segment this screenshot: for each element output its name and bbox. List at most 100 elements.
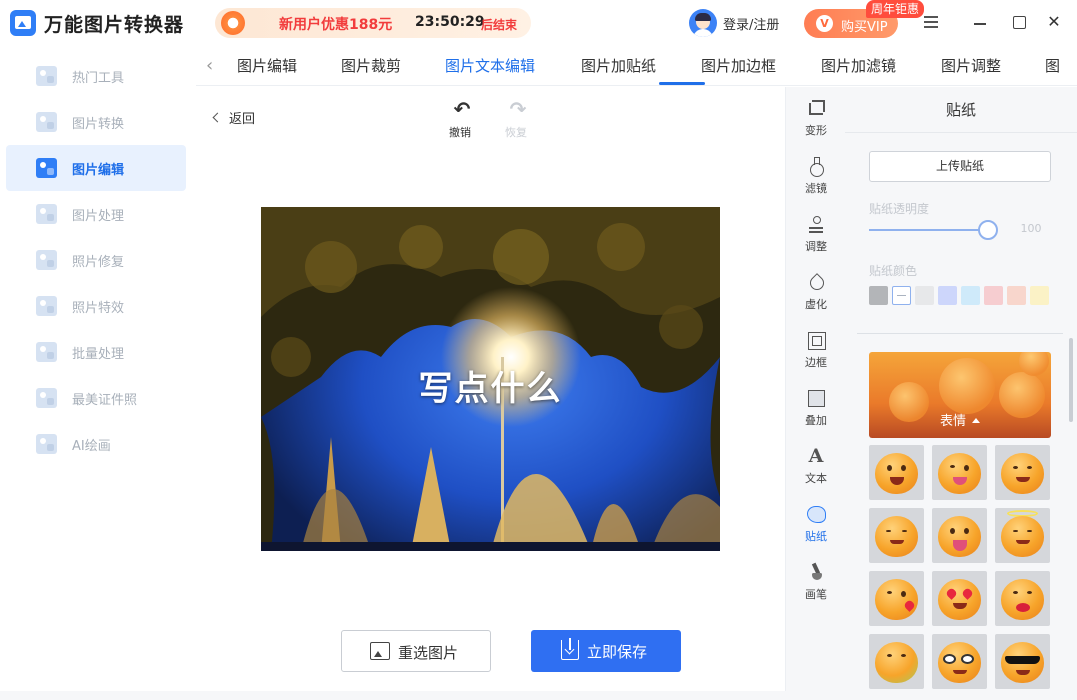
color-swatch[interactable]	[961, 286, 980, 305]
anniversary-badge: 周年钜惠	[866, 0, 925, 18]
panel-scrollbar[interactable]	[1069, 338, 1073, 422]
tab-image-adjust[interactable]: 图片调整	[941, 55, 1001, 76]
sidebar-item-label: 热门工具	[72, 71, 125, 86]
sidebar-item-image-process[interactable]: 图片处理	[6, 191, 186, 237]
color-swatch[interactable]	[938, 286, 957, 305]
tab-image-text-edit[interactable]: 图片文本编辑	[445, 55, 535, 76]
chevron-left-icon	[212, 112, 223, 123]
sticker-smiling-face[interactable]	[995, 445, 1050, 500]
promo-text: 新用户优惠188元	[279, 17, 393, 33]
tool-adjust[interactable]: 调整	[786, 207, 846, 259]
sidebar-item-label: 照片特效	[72, 301, 125, 316]
vip-icon: V	[816, 15, 833, 32]
promo-banner[interactable]: 新用户优惠188元 23:50:29 后结束	[215, 8, 531, 38]
color-swatch[interactable]	[915, 286, 934, 305]
tool-text[interactable]: A 文本	[786, 439, 846, 491]
sidebar-item-label: 批量处理	[72, 347, 125, 362]
maximize-icon[interactable]	[1009, 12, 1029, 32]
redo-button[interactable]: ↷ 恢复	[505, 97, 530, 140]
tool-label: 调整	[805, 240, 827, 253]
sidebar-item-label: AI绘画	[72, 439, 111, 454]
caret-up-icon	[972, 418, 980, 423]
canvas-text-layer[interactable]: 写点什么	[261, 361, 720, 410]
app-title: 万能图片转换器	[44, 14, 185, 36]
sticker-sick-face[interactable]	[869, 634, 924, 689]
sidebar-item-hot-tools[interactable]: 热门工具	[6, 53, 186, 99]
sticker-halo-face[interactable]	[995, 508, 1050, 563]
redo-icon: ↷	[509, 97, 527, 121]
sidebar-item-photo-effects[interactable]: 照片特效	[6, 283, 186, 329]
feature-tab-bar: ‹ 图片编辑 图片裁剪 图片文本编辑 图片加贴纸 图片加边框 图片加滤镜 图片调…	[196, 46, 1077, 86]
color-swatch[interactable]	[984, 286, 1003, 305]
sidebar-item-image-edit[interactable]: 图片编辑	[6, 145, 186, 191]
alarm-clock-icon	[221, 11, 245, 35]
save-now-button[interactable]: 立即保存	[531, 630, 681, 672]
sticker-tongue-out-face[interactable]	[932, 508, 987, 563]
close-icon[interactable]: ✕	[1044, 12, 1064, 32]
sidebar-item-photo-repair[interactable]: 照片修复	[6, 237, 186, 283]
sidebar-item-ai-draw[interactable]: AI绘画	[6, 421, 186, 467]
reselect-image-button[interactable]: 重选图片	[341, 630, 491, 672]
drop-icon	[807, 273, 825, 291]
sticker-opacity-label: 贴纸透明度	[869, 202, 930, 216]
tool-overlay[interactable]: 叠加	[786, 381, 846, 433]
tool-rail: 变形 滤镜 调整 虚化 边框 叠加 A 文本 贴纸 画笔	[785, 87, 845, 691]
tool-sticker[interactable]: 贴纸	[786, 497, 846, 549]
sidebar-item-label: 照片修复	[72, 255, 125, 270]
login-register-link[interactable]: 登录/注册	[723, 14, 779, 33]
crop-icon	[807, 99, 825, 117]
opacity-slider-track[interactable]	[869, 229, 988, 231]
sticker-red-lips-face[interactable]	[995, 571, 1050, 626]
sticker-kissing-face[interactable]	[869, 571, 924, 626]
sidebar-item-id-photo[interactable]: 最美证件照	[6, 375, 186, 421]
tab-overflow[interactable]: 图	[1045, 55, 1060, 76]
sidebar-item-image-convert[interactable]: 图片转换	[6, 99, 186, 145]
sticker-relieved-face[interactable]	[869, 508, 924, 563]
tool-filter[interactable]: 滤镜	[786, 149, 846, 201]
opacity-slider-handle[interactable]	[978, 220, 998, 240]
tool-blur[interactable]: 虚化	[786, 265, 846, 317]
color-swatch[interactable]	[1007, 286, 1026, 305]
photo-repair-icon	[36, 250, 57, 270]
hamburger-menu-icon[interactable]	[921, 12, 941, 32]
tool-label: 画笔	[805, 588, 827, 601]
tab-add-sticker[interactable]: 图片加贴纸	[581, 55, 656, 76]
back-button[interactable]: 返回	[212, 108, 256, 127]
sidebar-item-batch[interactable]: 批量处理	[6, 329, 186, 375]
active-tab-indicator	[659, 82, 705, 85]
tab-add-border[interactable]: 图片加边框	[701, 55, 776, 76]
tool-transform[interactable]: 变形	[786, 91, 846, 143]
back-label: 返回	[229, 112, 256, 127]
avatar[interactable]	[689, 9, 717, 37]
minimize-icon[interactable]	[970, 12, 990, 32]
opacity-value[interactable]: 100	[1011, 217, 1051, 241]
tab-image-crop[interactable]: 图片裁剪	[341, 55, 401, 76]
tool-brush[interactable]: 画笔	[786, 555, 846, 607]
sticker-category-dropdown[interactable]: 表情	[869, 352, 1051, 438]
sticker-winking-tongue-face[interactable]	[932, 445, 987, 500]
upload-sticker-button[interactable]: 上传贴纸	[869, 151, 1051, 182]
sticker-glasses-face[interactable]	[932, 634, 987, 689]
tool-border[interactable]: 边框	[786, 323, 846, 375]
panel-divider	[857, 333, 1063, 334]
app-logo-icon	[10, 10, 36, 36]
color-swatch[interactable]	[892, 286, 911, 305]
color-swatch[interactable]	[1030, 286, 1049, 305]
tool-label: 文本	[805, 472, 827, 485]
photo-canvas[interactable]: 写点什么	[261, 207, 720, 551]
sticker-grinning-face[interactable]	[869, 445, 924, 500]
sticker-icon	[807, 505, 826, 523]
undo-button[interactable]: ↶ 撤销	[449, 99, 474, 140]
sticker-sunglasses-face[interactable]	[995, 634, 1050, 689]
sidebar: 热门工具 图片转换 图片编辑 图片处理 照片修复 照片特效 批量处理 最美证件照…	[0, 46, 196, 700]
save-now-label: 立即保存	[587, 643, 648, 661]
tab-add-filter[interactable]: 图片加滤镜	[821, 55, 896, 76]
emoji-art	[939, 358, 995, 414]
redo-label: 恢复	[505, 126, 527, 139]
sticker-heart-eyes-face[interactable]	[932, 571, 987, 626]
status-strip	[0, 691, 1077, 700]
tab-scroll-left-icon[interactable]: ‹	[206, 56, 220, 76]
color-swatch[interactable]	[869, 286, 888, 305]
id-photo-icon	[36, 388, 57, 408]
tab-image-edit[interactable]: 图片编辑	[237, 55, 297, 76]
